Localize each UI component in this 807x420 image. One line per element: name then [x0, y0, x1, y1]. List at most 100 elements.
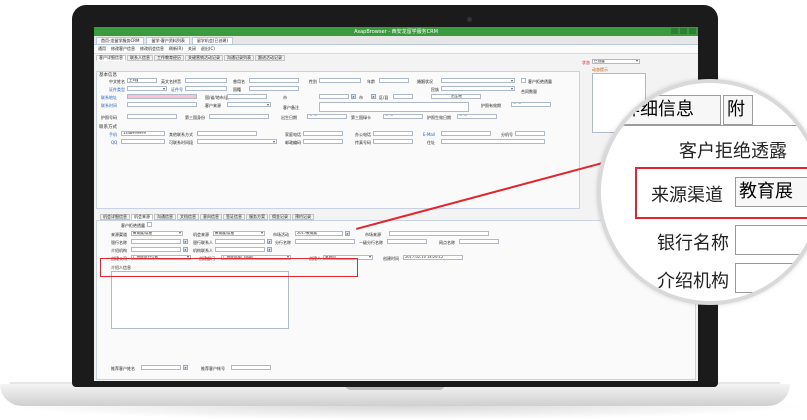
- minimize-icon[interactable]: [671, 28, 678, 34]
- tab-marketing[interactable]: 关键营销活动记录: [185, 55, 223, 61]
- no-show-checkbox[interactable]: [147, 222, 152, 227]
- market-source-field[interactable]: [389, 231, 489, 236]
- other-contact-field[interactable]: [197, 131, 257, 136]
- zoom-content: 详细信息 附 客户拒绝透露 来源渠道 教育展 银行名称 介绍机构: [601, 83, 807, 301]
- zoom-reject-label: 客户拒绝透露: [679, 141, 787, 162]
- passport-number-field[interactable]: [127, 114, 177, 119]
- gender-field[interactable]: [319, 78, 361, 83]
- fax-label: 传真号码: [355, 140, 371, 145]
- province-field[interactable]: [227, 94, 267, 99]
- branch-field[interactable]: [295, 239, 355, 244]
- search-icon[interactable]: ⌕: [183, 239, 188, 244]
- referral-account-label: 推荐客户帐号: [201, 366, 225, 371]
- passport-expiry-field[interactable]: － －: [511, 102, 551, 107]
- email-field[interactable]: [441, 131, 491, 136]
- search-icon[interactable]: ⌕: [183, 247, 188, 252]
- age-field[interactable]: [379, 78, 409, 83]
- search-icon[interactable]: ⌕: [267, 247, 272, 252]
- contact-dates-field[interactable]: [127, 102, 197, 107]
- used-name-field[interactable]: [249, 78, 299, 83]
- used-name-label: 曾用名: [233, 79, 245, 84]
- extension-field[interactable]: [515, 131, 545, 136]
- home-phone-field[interactable]: [303, 131, 343, 136]
- district-field[interactable]: [393, 94, 413, 99]
- birth-date-field[interactable]: － －: [307, 114, 347, 119]
- agency-contact-field[interactable]: [215, 247, 265, 252]
- search-icon[interactable]: ⌕: [345, 231, 350, 236]
- tab-contacts[interactable]: 联系人信息: [127, 55, 153, 61]
- bank-contact-label: 银行联系人: [193, 240, 213, 245]
- address-field[interactable]: [441, 139, 545, 144]
- english-name-field[interactable]: [185, 78, 227, 83]
- contact-time-select[interactable]: [197, 139, 277, 144]
- referral-customer-label: 推荐客户姓名: [111, 366, 135, 371]
- website-name-field[interactable]: [459, 239, 499, 244]
- search-icon[interactable]: ⌕: [183, 365, 188, 370]
- toolbar-edit-opportunity[interactable]: 修改机会信息: [140, 46, 164, 52]
- chinese-name-field[interactable]: 王x强: [127, 78, 157, 83]
- nationality-field[interactable]: [249, 86, 299, 91]
- browser-tab-opportunity[interactable]: 留学机会(已创建): [191, 37, 234, 44]
- referral-customer-field[interactable]: [141, 365, 181, 370]
- maximize-icon[interactable]: [680, 28, 687, 34]
- toolbar-exit[interactable]: 退出(C): [201, 46, 215, 52]
- tab-communication[interactable]: 沟通记录列表: [224, 55, 254, 61]
- customer-source-select[interactable]: [227, 102, 271, 107]
- id-type-select[interactable]: [127, 86, 167, 91]
- toolbar-edit-customer[interactable]: 修改客户信息: [111, 46, 135, 52]
- birthplace-button[interactable]: 出生地: [431, 94, 481, 99]
- bank-name-field[interactable]: [131, 239, 181, 244]
- blacklist-checkbox[interactable]: [521, 78, 526, 83]
- mobile-label: 手机: [109, 132, 117, 137]
- bank-contact-field[interactable]: [215, 239, 265, 244]
- search-icon[interactable]: ⌕: [371, 94, 376, 99]
- toolbar-close[interactable]: 关闭: [188, 46, 196, 52]
- passport-effective-field[interactable]: － －: [457, 114, 497, 119]
- customer-notes-field[interactable]: [319, 102, 469, 112]
- section-basic-info: 基本信息: [99, 73, 117, 78]
- source-channel-label: 来源渠道: [111, 232, 127, 237]
- close-icon[interactable]: [689, 28, 696, 34]
- search-icon[interactable]: ⌕: [267, 239, 272, 244]
- passport-number-label: 护照号码: [101, 115, 117, 120]
- unified-branch-field[interactable]: [387, 239, 427, 244]
- referrer-textarea[interactable]: [111, 271, 289, 329]
- email-label: E-Mail: [423, 132, 436, 137]
- search-icon[interactable]: ⌕: [351, 94, 356, 99]
- city2-label: 市: [359, 95, 363, 100]
- toolbar-refresh[interactable]: 刷新(R): [169, 46, 183, 52]
- tab-follow-up[interactable]: 跟进活动记录: [255, 55, 285, 61]
- gender-label: 性别: [309, 79, 317, 84]
- city-field[interactable]: [319, 94, 349, 99]
- marital-select[interactable]: [441, 78, 515, 83]
- agency-field[interactable]: [131, 247, 181, 252]
- status-select[interactable]: 已创建: [592, 59, 640, 64]
- toolbar-general[interactable]: 通用: [98, 46, 106, 52]
- office-phone-field[interactable]: [373, 131, 413, 136]
- province-label: 国/省/地市/县: [205, 95, 230, 100]
- mobile-field[interactable]: 1348999999: [121, 131, 165, 136]
- id-number-field[interactable]: [185, 86, 227, 91]
- zoom-bank-field: [735, 225, 807, 255]
- market-activity-field[interactable]: 2017教育展: [295, 231, 343, 236]
- third-country-card-field[interactable]: － －: [383, 114, 423, 119]
- referral-account-field[interactable]: [231, 365, 271, 370]
- id-number-label: 证件号: [171, 87, 183, 92]
- created-time-field[interactable]: 2017-02-10 14:20:12: [403, 255, 463, 260]
- qq-field[interactable]: [121, 139, 165, 144]
- opportunity-source-select[interactable]: 教育展/讲座: [213, 231, 265, 236]
- market-activity-label: 市场活动: [273, 232, 289, 237]
- browser-tab-home[interactable]: 首页-龙留学服务CRM: [96, 37, 145, 44]
- ethnicity-select[interactable]: [441, 86, 515, 91]
- browser-tab-customer-list[interactable]: 留学-客户资料列表: [146, 37, 190, 44]
- status-label: 状态: [582, 60, 590, 65]
- zoom-magnifier: 详细信息 附 客户拒绝透露 来源渠道 教育展 银行名称 介绍机构: [597, 79, 807, 305]
- third-country-id-field[interactable]: [209, 114, 269, 119]
- postal-code-field[interactable]: [303, 139, 343, 144]
- tab-customer-details[interactable]: 客户详细信息: [96, 55, 126, 61]
- contact-address-field[interactable]: [127, 94, 197, 99]
- fax-field[interactable]: [373, 139, 413, 144]
- tab-work-education[interactable]: 工作教育经历: [154, 55, 184, 61]
- source-channel-select[interactable]: 教育展/讲座: [131, 231, 183, 236]
- section-contact: 联系方式: [99, 125, 117, 130]
